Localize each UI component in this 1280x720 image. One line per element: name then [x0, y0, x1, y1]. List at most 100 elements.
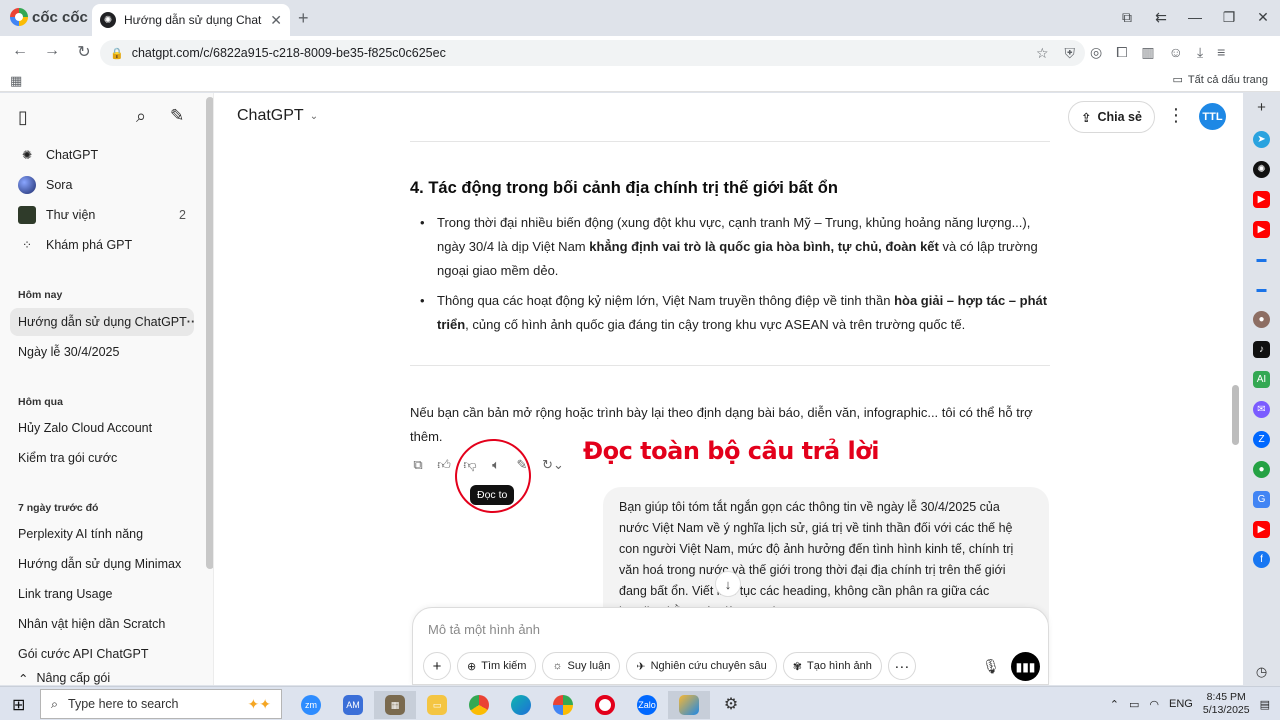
minimize-button[interactable]: —: [1178, 4, 1212, 30]
paint-app-icon[interactable]: [668, 691, 710, 719]
coccoc-icon[interactable]: [542, 691, 584, 719]
prompt-input[interactable]: Mô tả một hình ảnh: [428, 622, 540, 637]
maximize-button[interactable]: ❐: [1212, 4, 1246, 30]
screenshot-icon[interactable]: ⧉: [1110, 4, 1144, 30]
edge-icon[interactable]: [500, 691, 542, 719]
sidebar-toggle-icon[interactable]: ▯: [18, 107, 28, 128]
car-icon[interactable]: ▬: [1253, 251, 1270, 268]
history-item[interactable]: Kiểm tra gói cước: [10, 444, 194, 472]
youtube-icon[interactable]: ▶: [1253, 221, 1270, 238]
translate-icon[interactable]: G: [1253, 491, 1270, 508]
language-indicator[interactable]: ENG: [1169, 698, 1193, 710]
zalo-icon[interactable]: Z: [1253, 431, 1270, 448]
ai-icon[interactable]: AI: [1253, 371, 1270, 388]
messenger-icon[interactable]: ✉: [1253, 401, 1270, 418]
new-chat-icon[interactable]: ✎: [170, 106, 184, 126]
telegram-icon[interactable]: ➤: [1253, 131, 1270, 148]
sidebar-item-library[interactable]: Thư viện 2: [10, 201, 194, 229]
menu-icon[interactable]: ≡: [1217, 44, 1225, 61]
am-app-icon[interactable]: AM: [332, 691, 374, 719]
file-explorer-icon[interactable]: ▭: [416, 691, 458, 719]
url-text: chatgpt.com/c/6822a915-c218-8009-be35-f8…: [131, 46, 446, 60]
youtube-icon[interactable]: ▶: [1253, 521, 1270, 538]
copy-icon[interactable]: ⧉: [410, 457, 426, 473]
profile-icon[interactable]: ☺: [1169, 44, 1183, 61]
zoom-app-icon[interactable]: zm: [290, 691, 332, 719]
scroll-down-button[interactable]: ↓: [715, 571, 741, 597]
history-clock-icon[interactable]: ◷: [1253, 663, 1270, 680]
tiktok-icon[interactable]: ♪: [1253, 341, 1270, 358]
voice-mode-button[interactable]: ▮▮▮: [1011, 652, 1040, 681]
wifi-icon[interactable]: ◠: [1149, 698, 1159, 711]
chrome-icon[interactable]: [458, 691, 500, 719]
more-options-icon[interactable]: ···: [187, 315, 194, 329]
history-item[interactable]: Nhân vật hiện dần Scratch: [10, 610, 194, 638]
avatar[interactable]: TTL: [1199, 103, 1226, 130]
split-view-icon[interactable]: ▥: [1141, 44, 1154, 61]
sidebar-item-sora[interactable]: Sora: [10, 171, 194, 199]
shield-icon[interactable]: ⛨: [1065, 45, 1076, 62]
forward-icon[interactable]: →: [42, 42, 62, 62]
reload-icon[interactable]: ↻: [74, 42, 94, 62]
chevron-up-icon[interactable]: ⌃: [1110, 698, 1119, 711]
search-tool-button[interactable]: ⊕ Tìm kiếm: [457, 652, 537, 680]
car-icon[interactable]: ▬: [1253, 281, 1270, 298]
puzzle-icon[interactable]: ⧠: [1116, 44, 1127, 61]
bookmark-star-icon[interactable]: ☆: [1036, 45, 1049, 62]
history-item[interactable]: Link trang Usage: [10, 580, 194, 608]
lock-icon[interactable]: 🔒: [110, 47, 124, 60]
taskbar-search[interactable]: ⌕ Type here to search ✦✦: [40, 689, 282, 719]
sidebar-scrollbar[interactable]: [206, 97, 213, 569]
calculator-app-icon[interactable]: ▦: [374, 691, 416, 719]
regenerate-icon[interactable]: ↻⌄: [540, 457, 566, 473]
clock[interactable]: 8:45 PM 5/13/2025: [1203, 691, 1250, 717]
youtube-icon[interactable]: ▶: [1253, 191, 1270, 208]
gamepad-icon[interactable]: ●: [1253, 461, 1270, 478]
back-history-icon[interactable]: ⇇: [1144, 4, 1178, 30]
browser-tab[interactable]: ✺ Hướng dẫn sử dụng ChatGPT ✕: [92, 4, 290, 36]
chat-scrollbar[interactable]: [1232, 385, 1239, 445]
back-icon[interactable]: ←: [10, 42, 30, 62]
close-tab-icon[interactable]: ✕: [270, 12, 282, 29]
windows-start-icon[interactable]: ⊞: [12, 695, 25, 715]
create-image-button[interactable]: ✾ Tạo hình ảnh: [782, 652, 882, 680]
add-attachment-button[interactable]: +: [423, 652, 451, 680]
reason-tool-button[interactable]: ☼ Suy luận: [542, 652, 621, 680]
history-item[interactable]: Perplexity AI tính năng: [10, 520, 194, 548]
close-window-button[interactable]: ✕: [1246, 4, 1280, 30]
history-item[interactable]: Ngày lễ 30/4/2025: [10, 338, 194, 366]
upgrade-plan-button[interactable]: ⌃ Nâng cấp gói: [10, 669, 194, 685]
history-item[interactable]: Hướng dẫn sử dụng Minimax: [10, 550, 194, 578]
composer-tools: + ⊕ Tìm kiếm ☼ Suy luận ✈ Nghiên cứu chuyên…: [423, 652, 916, 680]
zalo-app-icon[interactable]: Zalo: [626, 691, 668, 719]
more-tools-button[interactable]: ···: [887, 652, 916, 680]
search-icon[interactable]: ⌕: [136, 106, 146, 127]
apps-grid-icon[interactable]: ▦: [10, 73, 22, 89]
chatgpt-icon[interactable]: ✺: [1253, 161, 1270, 178]
share-button[interactable]: ⇪ Chia sẻ: [1068, 101, 1155, 133]
deep-research-button[interactable]: ✈ Nghiên cứu chuyên sâu: [626, 652, 777, 680]
microphone-icon[interactable]: 🎙︎: [978, 652, 1004, 680]
browser-logo: cốc cốc: [10, 8, 88, 26]
model-selector[interactable]: ChatGPT ⌄: [237, 107, 318, 125]
download-icon[interactable]: ⤓: [1197, 44, 1203, 61]
thumbs-up-icon[interactable]: 👍︎: [436, 457, 452, 473]
app-icon[interactable]: ●: [1253, 311, 1270, 328]
settings-gear-icon[interactable]: ⚙: [710, 691, 752, 719]
lightbulb-icon: ☼: [552, 660, 563, 672]
all-bookmarks[interactable]: ▭ Tất cả dấu trang: [1172, 73, 1268, 87]
add-icon[interactable]: +: [1253, 99, 1270, 116]
sidebar-item-explore-gpt[interactable]: ⁘ Khám phá GPT: [10, 231, 194, 259]
extension-icon[interactable]: ◎: [1090, 44, 1102, 61]
history-item[interactable]: Gói cước API ChatGPT: [10, 640, 194, 668]
history-item[interactable]: Hướng dẫn sử dụng ChatGPT ···: [10, 308, 194, 336]
history-item[interactable]: Hủy Zalo Cloud Account: [10, 414, 194, 442]
sidebar-item-chatgpt[interactable]: ✺ ChatGPT: [10, 141, 194, 169]
notification-icon[interactable]: ▤: [1260, 698, 1270, 711]
opera-icon[interactable]: [584, 691, 626, 719]
more-menu-icon[interactable]: ⋮: [1167, 105, 1185, 126]
battery-icon[interactable]: ▭: [1129, 698, 1139, 711]
new-tab-button[interactable]: +: [298, 8, 309, 29]
facebook-icon[interactable]: f: [1253, 551, 1270, 568]
url-bar[interactable]: 🔒 chatgpt.com/c/6822a915-c218-8009-be35-…: [100, 40, 1085, 66]
